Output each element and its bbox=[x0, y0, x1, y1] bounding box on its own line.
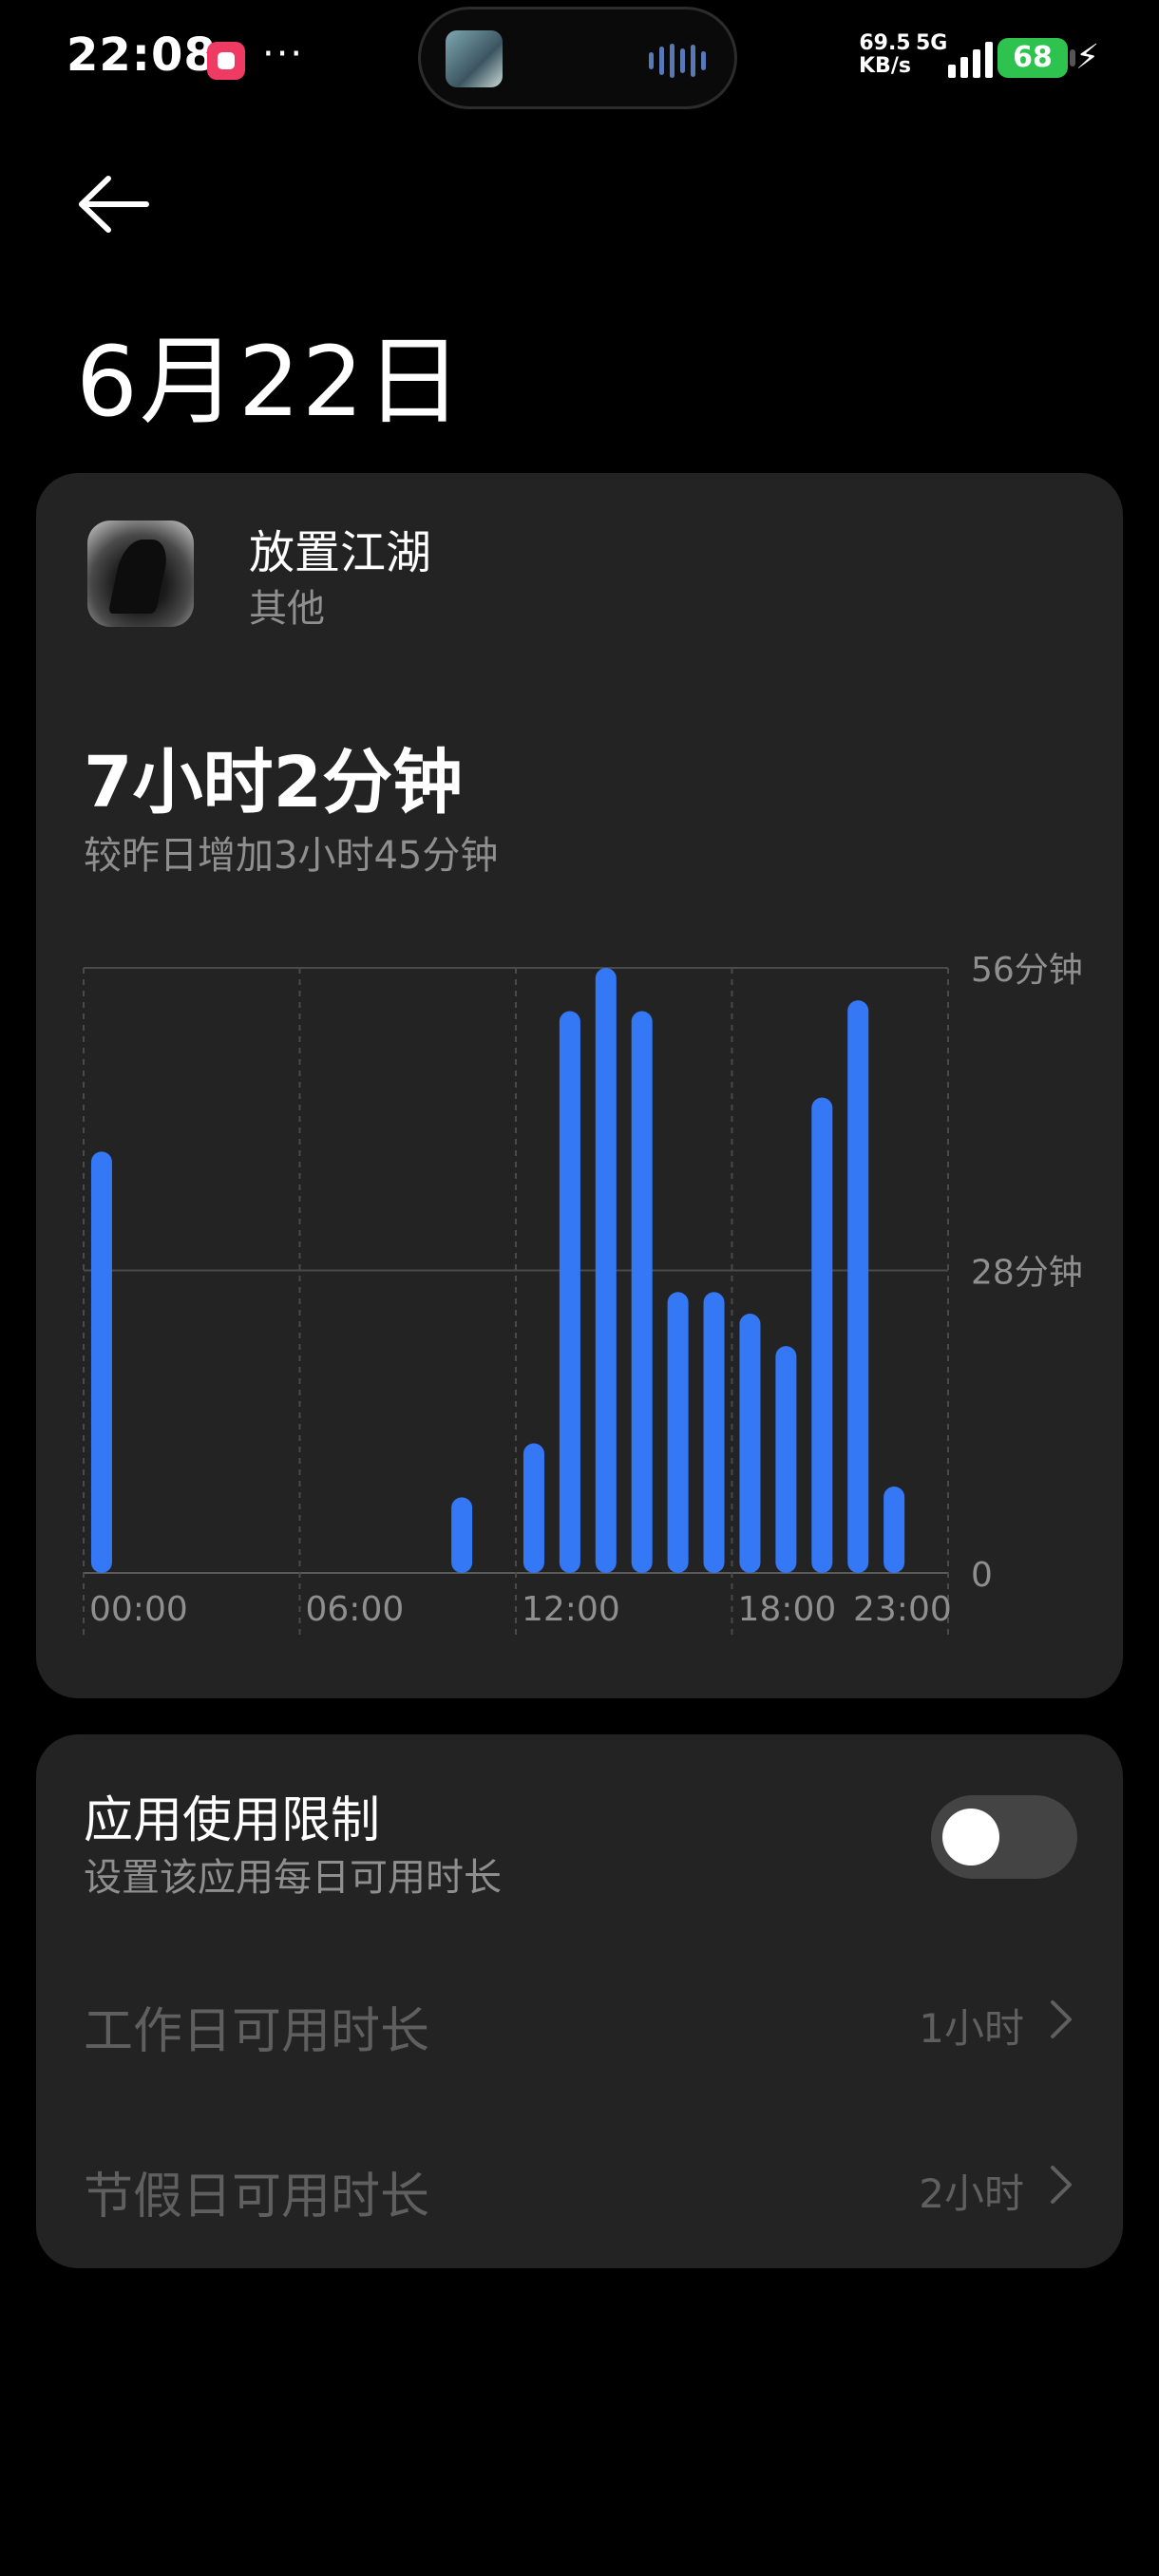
x-tick-label: 06:00 bbox=[306, 1590, 405, 1629]
chevron-right-icon bbox=[1051, 2166, 1072, 2204]
media-thumbnail-icon bbox=[446, 30, 503, 87]
usage-bar bbox=[667, 1292, 689, 1573]
workday-limit-value: 1小时 bbox=[919, 2005, 1024, 2052]
battery-indicator: 68 bbox=[998, 38, 1068, 78]
usage-limit-subtitle: 设置该应用每日可用时长 bbox=[84, 1856, 502, 1900]
x-tick-label: 12:00 bbox=[522, 1590, 620, 1629]
status-time: 22:08 bbox=[66, 28, 217, 82]
y-tick-label: 28分钟 bbox=[971, 1254, 1083, 1293]
limits-card: 应用使用限制 设置该应用每日可用时长 工作日可用时长 1小时 节假日可用时长 2… bbox=[36, 1734, 1123, 2268]
usage-bar bbox=[703, 1292, 725, 1573]
x-tick-label: 00:00 bbox=[89, 1590, 188, 1629]
holiday-limit-value: 2小时 bbox=[919, 2170, 1024, 2217]
more-notifications-icon: ··· bbox=[262, 32, 305, 76]
usage-limit-title: 应用使用限制 bbox=[84, 1792, 381, 1849]
holiday-limit-label: 节假日可用时长 bbox=[84, 2169, 430, 2226]
usage-bar-chart: 56分钟 28分钟 0 00:00 06:00 12:00 18:00 23:00 bbox=[83, 951, 1083, 1639]
usage-bar bbox=[739, 1314, 761, 1573]
charging-icon: ⚡ bbox=[1075, 38, 1100, 77]
dynamic-island[interactable] bbox=[418, 7, 737, 109]
status-bar: 22:08 ··· 69.5 KB/s 5G 68 ⚡ bbox=[0, 0, 1159, 123]
notification-app-icon bbox=[207, 42, 245, 80]
usage-bar bbox=[451, 1497, 473, 1573]
x-tick-label: 23:00 bbox=[853, 1590, 952, 1629]
network-speed: 69.5 KB/s bbox=[859, 31, 911, 78]
network-type: 5G bbox=[916, 31, 948, 55]
usage-bar bbox=[559, 1011, 580, 1573]
usage-bar bbox=[811, 1097, 833, 1573]
usage-bar bbox=[631, 1011, 653, 1573]
usage-bar bbox=[595, 968, 617, 1573]
y-tick-label: 0 bbox=[971, 1556, 993, 1595]
y-tick-label: 56分钟 bbox=[971, 951, 1083, 990]
chevron-right-icon bbox=[1051, 2000, 1072, 2038]
workday-limit-label: 工作日可用时长 bbox=[84, 2003, 430, 2060]
back-button[interactable] bbox=[76, 171, 152, 237]
audio-wave-icon bbox=[649, 44, 706, 78]
usage-bar bbox=[884, 1487, 905, 1573]
usage-bar bbox=[522, 1443, 544, 1573]
usage-limit-toggle[interactable] bbox=[931, 1795, 1077, 1879]
back-arrow-icon bbox=[79, 176, 149, 233]
usage-bar bbox=[90, 1151, 112, 1573]
usage-card: 放置江湖 其他 7小时2分钟 较昨日增加3小时45分钟 56分钟 28分钟 0 00:… bbox=[36, 473, 1123, 1698]
x-tick-label: 18:00 bbox=[738, 1590, 837, 1629]
page-title: 6月22日 bbox=[76, 326, 465, 439]
toggle-knob bbox=[942, 1809, 999, 1866]
usage-bar bbox=[847, 1000, 869, 1573]
signal-icon bbox=[948, 42, 993, 78]
usage-bar bbox=[775, 1346, 797, 1573]
